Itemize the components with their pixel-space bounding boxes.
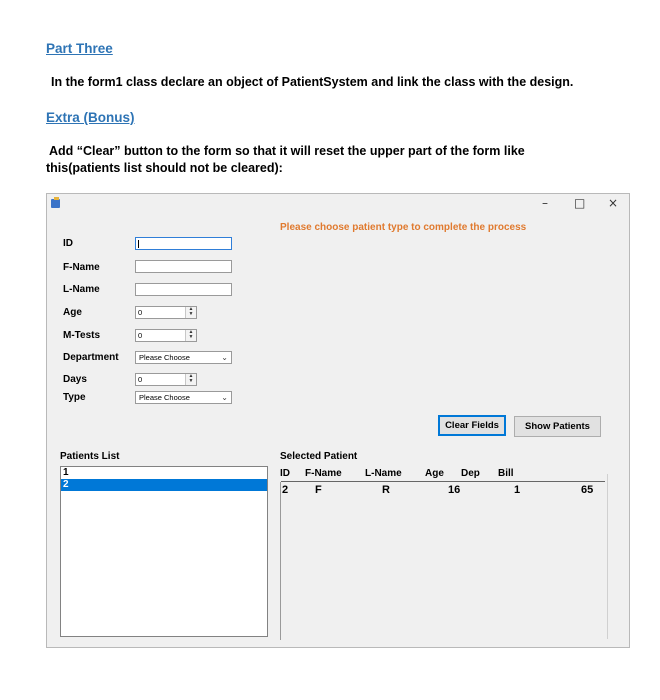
clear-fields-button[interactable]: Clear Fields (438, 415, 506, 436)
mtests-stepper[interactable]: 0 ▲ ▼ (135, 329, 197, 342)
age-label: Age (63, 307, 82, 318)
days-label: Days (63, 374, 87, 385)
extra-text-line1: Add “Clear” button to the form so that i… (49, 144, 525, 158)
chevron-down-icon: ⌄ (221, 393, 228, 402)
fname-label: F-Name (63, 262, 100, 273)
cell-age: 16 (448, 484, 461, 496)
list-item-selected[interactable]: 2 (61, 479, 267, 491)
header-divider (281, 481, 605, 482)
show-patients-button[interactable]: Show Patients (514, 416, 601, 437)
fname-field[interactable] (135, 260, 232, 273)
cell-id: 2 (282, 484, 289, 496)
lname-field[interactable] (135, 283, 232, 296)
spin-arrows-icon[interactable]: ▲ ▼ (185, 374, 196, 385)
cell-fname: F (315, 484, 322, 496)
text-caret (138, 240, 139, 248)
panel-edge (607, 474, 608, 639)
patients-list[interactable]: 1 2 (60, 466, 268, 637)
department-value: Please Choose (139, 353, 190, 362)
form-window: – □ × Please choose patient type to comp… (46, 193, 630, 648)
type-select[interactable]: Please Choose ⌄ (135, 391, 232, 404)
part-three-heading: Part Three (46, 41, 113, 56)
selected-patient-label: Selected Patient (280, 451, 358, 462)
column-header-id: ID (280, 468, 290, 479)
lname-label: L-Name (63, 284, 100, 295)
mtests-value: 0 (138, 331, 143, 340)
age-value: 0 (138, 308, 143, 317)
column-header-lname: L-Name (365, 468, 402, 479)
cell-dep: 1 (514, 484, 521, 496)
department-select[interactable]: Please Choose ⌄ (135, 351, 232, 364)
cell-bill: 65 (581, 484, 594, 496)
days-stepper[interactable]: 0 ▲ ▼ (135, 373, 197, 386)
id-label: ID (63, 238, 73, 249)
minimize-icon[interactable]: – (542, 196, 548, 210)
part-three-text: In the form1 class declare an object of … (51, 75, 574, 89)
form-app-icon (51, 197, 60, 208)
list-item[interactable]: 1 (61, 467, 267, 479)
days-value: 0 (138, 375, 143, 384)
chevron-down-icon: ⌄ (221, 353, 228, 362)
extra-heading: Extra (Bonus) (46, 110, 135, 125)
status-message: Please choose patient type to complete t… (280, 222, 527, 233)
spin-arrows-icon[interactable]: ▲ ▼ (185, 307, 196, 318)
mtests-label: M-Tests (63, 330, 101, 341)
close-icon[interactable]: × (608, 196, 618, 210)
id-field[interactable] (135, 237, 232, 250)
column-header-bill: Bill (498, 468, 514, 479)
selected-patient-panel (280, 482, 608, 640)
spin-arrows-icon[interactable]: ▲ ▼ (185, 330, 196, 341)
department-label: Department (63, 352, 119, 363)
type-label: Type (63, 392, 86, 403)
cell-lname: R (382, 484, 390, 496)
extra-text-line2: this(patients list should not be cleared… (46, 161, 283, 175)
column-header-dep: Dep (461, 468, 480, 479)
maximize-icon[interactable]: □ (574, 196, 585, 210)
type-value: Please Choose (139, 393, 190, 402)
patients-list-label: Patients List (60, 451, 120, 462)
column-header-fname: F-Name (305, 468, 342, 479)
age-stepper[interactable]: 0 ▲ ▼ (135, 306, 197, 319)
column-header-age: Age (425, 468, 444, 479)
